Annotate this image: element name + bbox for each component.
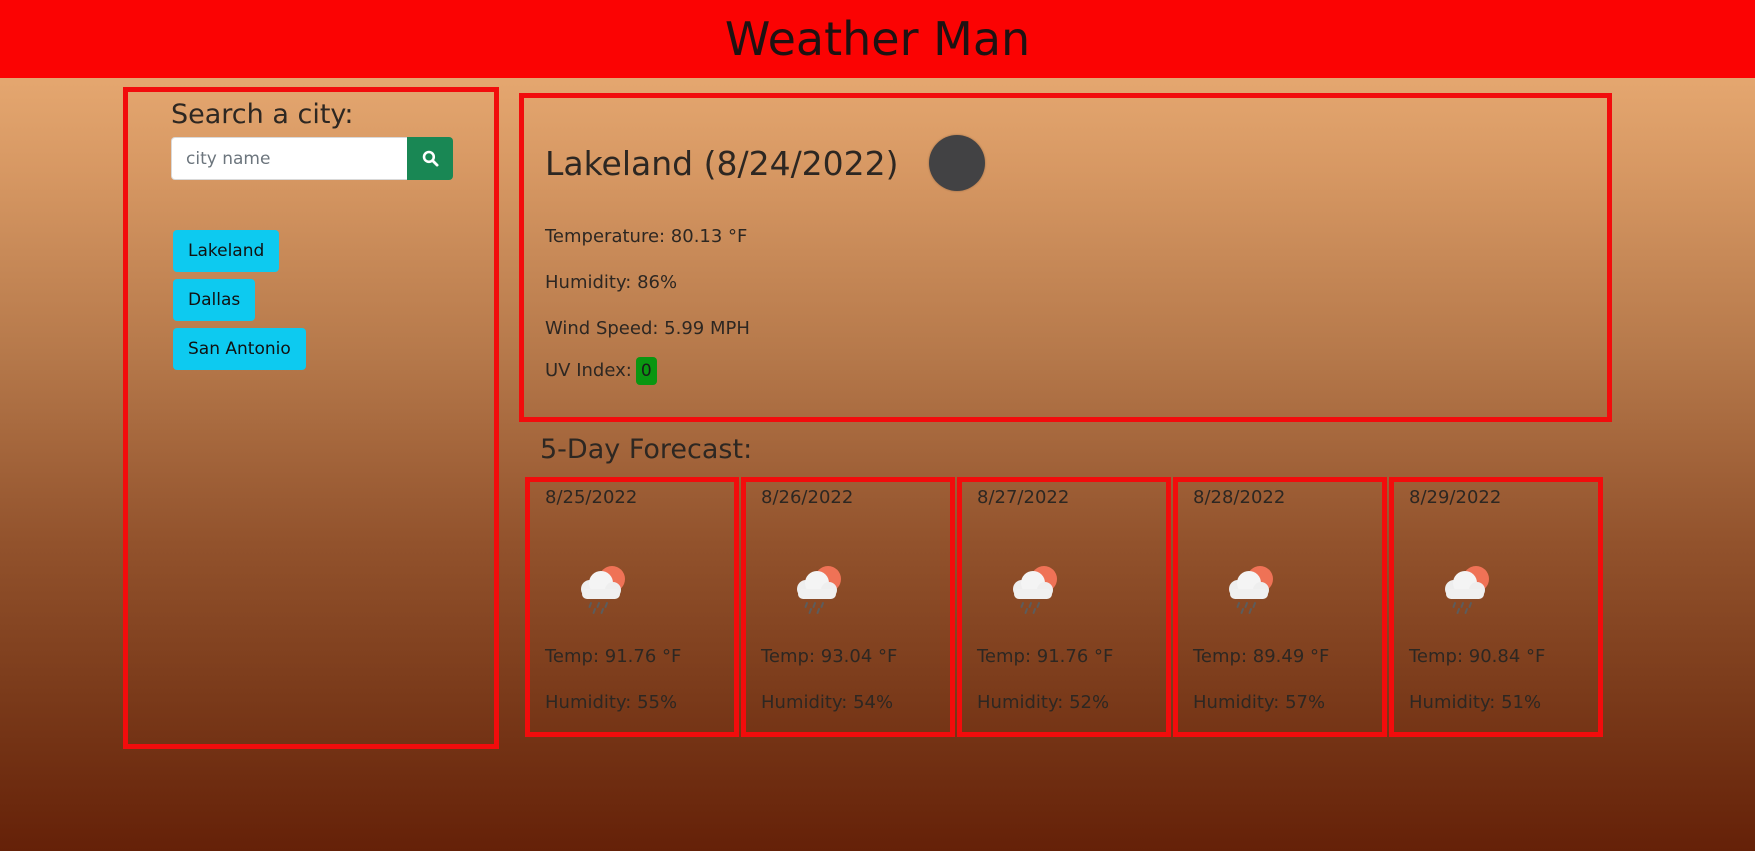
forecast-temp: Temp: 90.84 °F [1409,646,1546,667]
current-title-row: Lakeland (8/24/2022) [545,135,985,191]
current-humidity: Humidity: 86% [545,272,678,293]
history-button-san-antonio[interactable]: San Antonio [173,328,306,370]
search-history: Lakeland Dallas San Antonio [173,230,306,377]
forecast-humidity: Humidity: 51% [1409,692,1542,713]
rain-cloud-sun-icon [1445,566,1489,614]
forecast-date: 8/29/2022 [1409,487,1502,508]
current-city-title: Lakeland (8/24/2022) [545,143,899,183]
rain-cloud-sun-icon [1013,566,1057,614]
forecast-date: 8/25/2022 [545,487,638,508]
uv-index-label: UV Index: [545,360,632,381]
search-sidebar: Search a city: Lakeland Dallas San Anton… [123,87,499,749]
rain-cloud-sun-icon [581,566,625,614]
forecast-humidity: Humidity: 55% [545,692,678,713]
history-button-dallas[interactable]: Dallas [173,279,256,321]
uv-index-badge: 0 [635,357,657,385]
forecast-humidity: Humidity: 54% [761,692,894,713]
forecast-temp: Temp: 93.04 °F [761,646,898,667]
current-uv-row: UV Index: 0 [545,357,657,385]
forecast-date: 8/26/2022 [761,487,854,508]
forecast-card: 8/27/2022 Temp: 91.76 °F Humidity: 52% [957,477,1171,737]
forecast-temp: Temp: 91.76 °F [545,646,682,667]
current-weather-card: Lakeland (8/24/2022) Temperature: 80.13 … [519,93,1612,422]
forecast-date: 8/28/2022 [1193,487,1286,508]
forecast-humidity: Humidity: 57% [1193,692,1326,713]
search-form [171,137,453,180]
forecast-heading: 5-Day Forecast: [540,434,753,465]
page-title: Weather Man [724,12,1031,66]
forecast-temp: Temp: 89.49 °F [1193,646,1330,667]
search-label: Search a city: [171,99,354,130]
search-input[interactable] [171,137,407,180]
search-icon [422,150,438,167]
rain-cloud-sun-icon [1229,566,1273,614]
forecast-humidity: Humidity: 52% [977,692,1110,713]
current-temperature: Temperature: 80.13 °F [545,226,748,247]
forecast-card: 8/28/2022 Temp: 89.49 °F Humidity: 57% [1173,477,1387,737]
forecast-temp: Temp: 91.76 °F [977,646,1114,667]
current-wind-speed: Wind Speed: 5.99 MPH [545,318,750,339]
search-button[interactable] [407,137,453,180]
forecast-row: 8/25/2022 Temp: 91.76 °F Humidity: 55% 8… [525,477,1603,737]
history-button-lakeland[interactable]: Lakeland [173,230,280,272]
forecast-card: 8/25/2022 Temp: 91.76 °F Humidity: 55% [525,477,739,737]
forecast-card: 8/29/2022 Temp: 90.84 °F Humidity: 51% [1389,477,1603,737]
night-icon [928,135,985,191]
forecast-date: 8/27/2022 [977,487,1070,508]
forecast-card: 8/26/2022 Temp: 93.04 °F Humidity: 54% [741,477,955,737]
page-header: Weather Man [0,0,1755,78]
rain-cloud-sun-icon [797,566,841,614]
